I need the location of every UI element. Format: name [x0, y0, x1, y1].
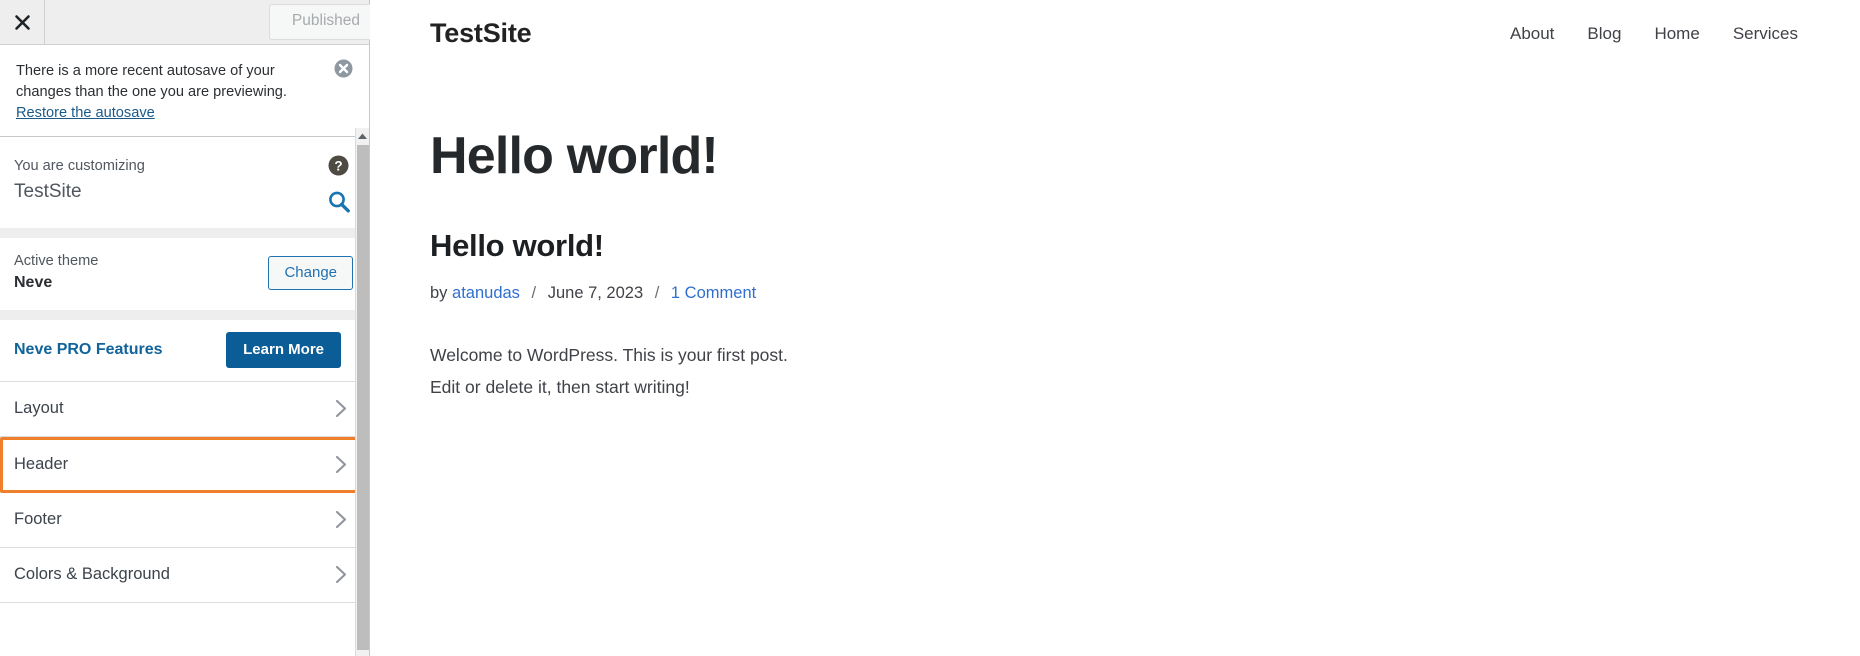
- customizer-screen: Published There is a more recent autosav…: [0, 0, 1860, 656]
- site-preview: TestSite About Blog Home Services Hello …: [370, 0, 1860, 656]
- site-header: TestSite About Blog Home Services: [430, 0, 1800, 71]
- active-theme-row: Active theme Neve Change: [0, 237, 369, 320]
- customizer-topbar: Published: [0, 0, 383, 45]
- post-meta-by-label: by: [430, 283, 448, 302]
- dismiss-circle-x-icon[interactable]: [334, 59, 353, 78]
- post-meta: by atanudas / June 7, 2023 / 1 Comment: [430, 282, 1800, 305]
- customizing-site-title: TestSite: [14, 181, 82, 203]
- customizer-scroll-region: You are customizing TestSite ? Active th…: [0, 137, 369, 656]
- neve-pro-features-label: Neve PRO Features: [14, 340, 163, 358]
- post-author-link[interactable]: atanudas: [452, 284, 520, 302]
- site-nav: About Blog Home Services: [1510, 24, 1800, 44]
- nav-item-about[interactable]: About: [1510, 24, 1554, 44]
- site-title[interactable]: TestSite: [430, 18, 532, 49]
- site-main: Hello world! Hello world! by atanudas / …: [430, 71, 1800, 403]
- help-question-icon[interactable]: ?: [328, 155, 349, 176]
- active-theme-text: Active theme Neve: [14, 252, 98, 294]
- post-body: Welcome to WordPress. This is your first…: [430, 344, 788, 398]
- svg-text:?: ?: [334, 159, 342, 174]
- sidebar-item-label: Footer: [14, 510, 62, 529]
- learn-more-button[interactable]: Learn More: [226, 331, 341, 368]
- customizing-info: You are customizing TestSite ?: [0, 137, 369, 238]
- active-theme-name: Neve: [14, 273, 53, 291]
- sidebar-item-header[interactable]: Header: [0, 436, 369, 493]
- post-title[interactable]: Hello world!: [430, 228, 1800, 264]
- autosave-notice: There is a more recent autosave of your …: [0, 45, 369, 138]
- sidebar-item-label: Colors & Background: [14, 565, 170, 584]
- post-date: June 7, 2023: [547, 283, 644, 302]
- search-magnifier-icon[interactable]: [326, 189, 352, 215]
- sidebar-item-label: Layout: [14, 399, 64, 418]
- autosave-notice-text: There is a more recent autosave of your …: [16, 63, 287, 101]
- chevron-right-icon: [335, 455, 347, 474]
- meta-separator: /: [531, 283, 537, 302]
- sidebar-item-footer[interactable]: Footer: [0, 492, 369, 548]
- customizing-label: You are customizing: [14, 158, 145, 175]
- close-customizer-button[interactable]: [0, 0, 45, 44]
- sidebar-item-layout[interactable]: Layout: [0, 381, 369, 437]
- scrollbar-thumb[interactable]: [357, 145, 369, 650]
- chevron-right-icon: [335, 510, 347, 529]
- page-title: Hello world!: [430, 127, 719, 185]
- meta-separator: /: [654, 283, 660, 302]
- scroll-up-arrow-icon[interactable]: [356, 128, 369, 143]
- restore-autosave-link[interactable]: Restore the autosave: [16, 105, 155, 121]
- nav-item-services[interactable]: Services: [1733, 24, 1798, 44]
- close-x-icon: [14, 14, 31, 31]
- chevron-right-icon: [335, 399, 347, 418]
- sidebar-item-colors-background[interactable]: Colors & Background: [0, 547, 369, 603]
- nav-item-home[interactable]: Home: [1654, 24, 1699, 44]
- active-theme-label: Active theme: [14, 252, 99, 269]
- post-comments-link[interactable]: 1 Comment: [671, 284, 756, 302]
- nav-item-blog[interactable]: Blog: [1587, 24, 1621, 44]
- change-theme-button[interactable]: Change: [268, 255, 353, 290]
- customizer-panel: Published There is a more recent autosav…: [0, 0, 383, 656]
- publish-button[interactable]: Published: [268, 4, 383, 40]
- customizer-scrollbar[interactable]: [355, 128, 369, 656]
- neve-pro-features-row: Neve PRO Features Learn More: [0, 319, 369, 382]
- chevron-right-icon: [335, 565, 347, 584]
- sidebar-item-label: Header: [14, 455, 69, 474]
